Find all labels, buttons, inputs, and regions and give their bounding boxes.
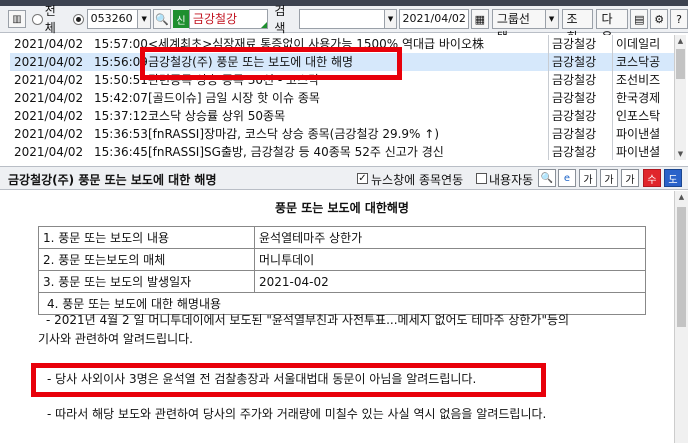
disclosure-table: 1. 풍문 또는 보도의 내용 윤석열테마주 상한가 2. 풍문 또는보도의 매… [38,226,646,315]
list-item[interactable]: 2021/04/02 15:42:07 [골드이슈] 금일 시장 핫 이슈 종목… [10,89,674,107]
radio-stock[interactable] [72,13,84,25]
scroll-up-icon[interactable]: ▲ [675,35,686,47]
search-dropdown-icon[interactable]: ▼ [384,9,398,29]
pin-icon[interactable]: ? [670,9,688,29]
radio-all-label: 전체 [44,4,56,35]
article-paragraph: - 2021년 4월 2 일 머니투데이에서 보도된 "윤석열부친과 사전투표.… [38,313,570,346]
browser-icon[interactable]: e [558,169,576,187]
group-select-button[interactable]: 그룹선택 [491,9,546,44]
font-down-button[interactable]: 가 [600,169,618,187]
table-row: 2. 풍문 또는보도의 매체 머니투데이 [38,248,646,271]
scroll-thumb[interactable] [676,49,685,79]
font-size-button[interactable]: 가 [621,169,639,187]
table-row: 1. 풍문 또는 보도의 내용 윤석열테마주 상한가 [38,226,646,249]
buy-button[interactable]: 수 [643,169,661,187]
next-button[interactable]: 다음 [596,9,629,44]
font-up-button[interactable]: 가 [579,169,597,187]
article-body: 풍문 또는 보도에 대한해명 1. 풍문 또는 보도의 내용 윤석열테마주 상한… [10,191,674,443]
scroll-thumb[interactable] [677,207,686,327]
search-label: 검색 [274,4,286,35]
search-icon[interactable]: 🔍 [538,169,556,187]
highlight-box-list [140,47,402,80]
list-item[interactable]: 2021/04/02 15:36:45 [fnRASSI]SG출방, 금강철강 … [10,143,674,161]
scroll-up-icon[interactable]: ▲ [675,193,688,201]
article-title: 풍문 또는 보도에 대한해명 [275,201,409,215]
table-row: 3. 풍문 또는 보도의 발생일자 2021-04-02 [38,270,646,293]
query-button[interactable]: 조회 [561,9,594,44]
scroll-down-icon[interactable]: ▼ [675,148,686,160]
news-list-scrollbar[interactable]: ▲ ▼ [674,35,686,160]
column-divider [612,35,613,160]
list-item[interactable]: 2021/04/02 15:37:12 코스닥 상승률 상위 50종목 금강철강… [10,107,674,125]
radio-all[interactable] [31,13,43,25]
window-layout-icon[interactable]: ▥ [8,10,26,28]
viewer-title: 금강철강(주) 풍문 또는 보도에 대한 해명 [8,173,217,187]
auto-content-checkbox[interactable] [476,173,487,184]
new-badge: 신 [173,10,189,28]
auto-content-label: 내용자동 [489,173,534,187]
stock-code-input[interactable]: 053260 [86,9,139,29]
date-field[interactable]: 2021/04/02 [399,9,469,29]
link-news-checkbox[interactable]: ✓ [357,173,368,184]
stock-name-field[interactable]: 금강철강 [188,9,269,29]
viewer-header: 금강철강(주) 풍문 또는 보도에 대한 해명 ✓ 뉴스창에 종목연동 내용자동… [0,166,688,190]
stock-code-dropdown-icon[interactable]: ▼ [138,9,152,29]
list-item[interactable]: 2021/04/02 15:36:53 [fnRASSI]장마감, 코스닥 상승… [10,125,674,143]
document-icon[interactable]: ▤ [630,9,649,29]
sell-button[interactable]: 도 [664,169,682,187]
article-scrollbar[interactable]: ▲ [674,191,688,443]
column-divider [548,35,549,160]
gear-icon[interactable]: ⚙ [650,9,669,29]
stock-search-icon[interactable]: 🔍 [153,9,172,29]
link-news-label: 뉴스창에 종목연동 [371,173,464,187]
search-input[interactable] [299,9,385,29]
group-dropdown-icon[interactable]: ▼ [545,9,559,29]
highlight-box-article [31,363,546,397]
toolbar: ▥ 전체 053260 ▼ 🔍 신 금강철강 검색 ▼ 2021/04/02 ▦… [0,4,688,44]
article-paragraph: - 따라서 해당 보도와 관련하여 당사의 주가와 거래량에 미칠수 있는 사실… [47,407,547,421]
calendar-icon[interactable]: ▦ [470,9,489,29]
